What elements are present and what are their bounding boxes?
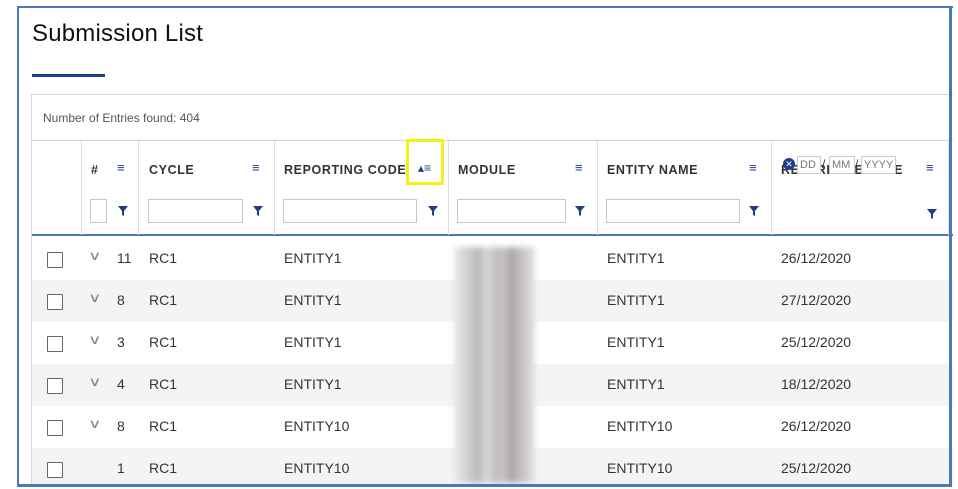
row-number: 3 bbox=[117, 334, 125, 350]
row-number: 4 bbox=[117, 376, 125, 392]
row-number: 11 bbox=[117, 250, 132, 266]
row-entity-name: ENTITY1 bbox=[607, 292, 665, 308]
chevron-down-icon[interactable]: ∨ bbox=[88, 332, 101, 348]
row-cycle: RC1 bbox=[149, 418, 178, 434]
column-divider[interactable] bbox=[138, 141, 139, 235]
column-menu-icon[interactable]: ≡ bbox=[926, 161, 934, 175]
row-reporting-code: ENTITY10 bbox=[284, 460, 350, 476]
column-menu-icon[interactable]: ≡ bbox=[117, 161, 125, 175]
row-checkbox[interactable] bbox=[47, 378, 63, 394]
funnel-icon[interactable] bbox=[926, 208, 938, 220]
grid-header: # ≡ CYCLE ≡ REPORTING CODE ▴≡ MODULE ≡ E… bbox=[32, 140, 953, 236]
row-cycle: RC1 bbox=[149, 250, 178, 266]
row-cycle: RC1 bbox=[149, 376, 178, 392]
entries-count: Number of Entries found: 404 bbox=[43, 111, 200, 125]
column-menu-icon[interactable]: ≡ bbox=[252, 161, 260, 175]
frame-border bbox=[17, 484, 952, 487]
row-entity-name: ENTITY1 bbox=[607, 250, 665, 266]
row-checkbox[interactable] bbox=[47, 252, 63, 268]
column-menu-icon[interactable]: ≡ bbox=[575, 161, 583, 175]
redacted-module-values bbox=[454, 247, 535, 483]
date-year-input[interactable]: YYYY bbox=[861, 156, 896, 174]
chevron-down-icon[interactable]: ∨ bbox=[88, 290, 101, 306]
column-divider[interactable] bbox=[771, 141, 772, 235]
column-divider[interactable] bbox=[81, 141, 82, 235]
page-title: Submission List bbox=[32, 20, 204, 47]
row-checkbox[interactable] bbox=[47, 462, 63, 478]
row-reference-date: 26/12/2020 bbox=[781, 418, 852, 434]
row-reporting-code: ENTITY1 bbox=[284, 376, 342, 392]
chevron-down-icon[interactable]: ∨ bbox=[88, 248, 101, 264]
header-entity-name[interactable]: ENTITY NAME bbox=[607, 163, 698, 177]
row-cycle: RC1 bbox=[149, 292, 178, 308]
funnel-icon[interactable] bbox=[117, 205, 129, 217]
column-menu-icon[interactable]: ≡ bbox=[749, 161, 757, 175]
row-checkbox[interactable] bbox=[47, 420, 63, 436]
row-entity-name: ENTITY1 bbox=[607, 376, 665, 392]
title-underline bbox=[32, 74, 105, 77]
cycle-filter-input[interactable] bbox=[148, 199, 243, 223]
row-reporting-code: ENTITY1 bbox=[284, 250, 342, 266]
row-reporting-code: ENTITY1 bbox=[284, 292, 342, 308]
row-reference-date: 25/12/2020 bbox=[781, 460, 852, 476]
number-filter-input[interactable] bbox=[90, 199, 107, 223]
funnel-icon[interactable] bbox=[748, 205, 760, 217]
row-reporting-code: ENTITY1 bbox=[284, 334, 342, 350]
row-entity-name: ENTITY1 bbox=[607, 334, 665, 350]
submission-grid: Number of Entries found: 404 # ≡ CYCLE ≡… bbox=[31, 94, 953, 485]
row-reference-date: 26/12/2020 bbox=[781, 250, 852, 266]
date-separator: / bbox=[822, 157, 826, 171]
row-reference-date: 27/12/2020 bbox=[781, 292, 852, 308]
column-divider[interactable] bbox=[597, 141, 598, 235]
row-cycle: RC1 bbox=[149, 460, 178, 476]
column-divider[interactable] bbox=[274, 141, 275, 235]
column-divider[interactable] bbox=[448, 141, 449, 235]
submission-list-panel: Submission List Number of Entries found:… bbox=[17, 6, 953, 485]
header-number[interactable]: # bbox=[91, 163, 99, 177]
row-reference-date: 25/12/2020 bbox=[781, 334, 852, 350]
row-number: 8 bbox=[117, 292, 125, 308]
header-reporting-code[interactable]: REPORTING CODE bbox=[284, 163, 406, 177]
funnel-icon[interactable] bbox=[574, 205, 586, 217]
row-number: 1 bbox=[117, 460, 125, 476]
module-filter-input[interactable] bbox=[457, 199, 566, 223]
row-entity-name: ENTITY10 bbox=[607, 418, 673, 434]
header-module[interactable]: MODULE bbox=[458, 163, 516, 177]
entity-name-filter-input[interactable] bbox=[606, 199, 740, 223]
date-month-input[interactable]: MM bbox=[829, 156, 855, 174]
funnel-icon[interactable] bbox=[427, 205, 439, 217]
row-reporting-code: ENTITY10 bbox=[284, 418, 350, 434]
chevron-down-icon[interactable]: ∨ bbox=[88, 416, 101, 432]
row-cycle: RC1 bbox=[149, 334, 178, 350]
row-entity-name: ENTITY10 bbox=[607, 460, 673, 476]
row-checkbox[interactable] bbox=[47, 294, 63, 310]
date-separator: / bbox=[855, 157, 859, 171]
row-reference-date: 18/12/2020 bbox=[781, 376, 852, 392]
row-checkbox[interactable] bbox=[47, 336, 63, 352]
sort-highlight-box bbox=[406, 139, 444, 185]
header-cycle[interactable]: CYCLE bbox=[149, 163, 194, 177]
clear-circle-icon[interactable]: ✕ bbox=[783, 158, 795, 170]
reporting-code-filter-input[interactable] bbox=[283, 199, 417, 223]
funnel-icon[interactable] bbox=[252, 205, 264, 217]
frame-border bbox=[949, 6, 952, 487]
date-day-input[interactable]: DD bbox=[797, 156, 821, 174]
row-number: 8 bbox=[117, 418, 125, 434]
chevron-down-icon[interactable]: ∨ bbox=[88, 374, 101, 390]
